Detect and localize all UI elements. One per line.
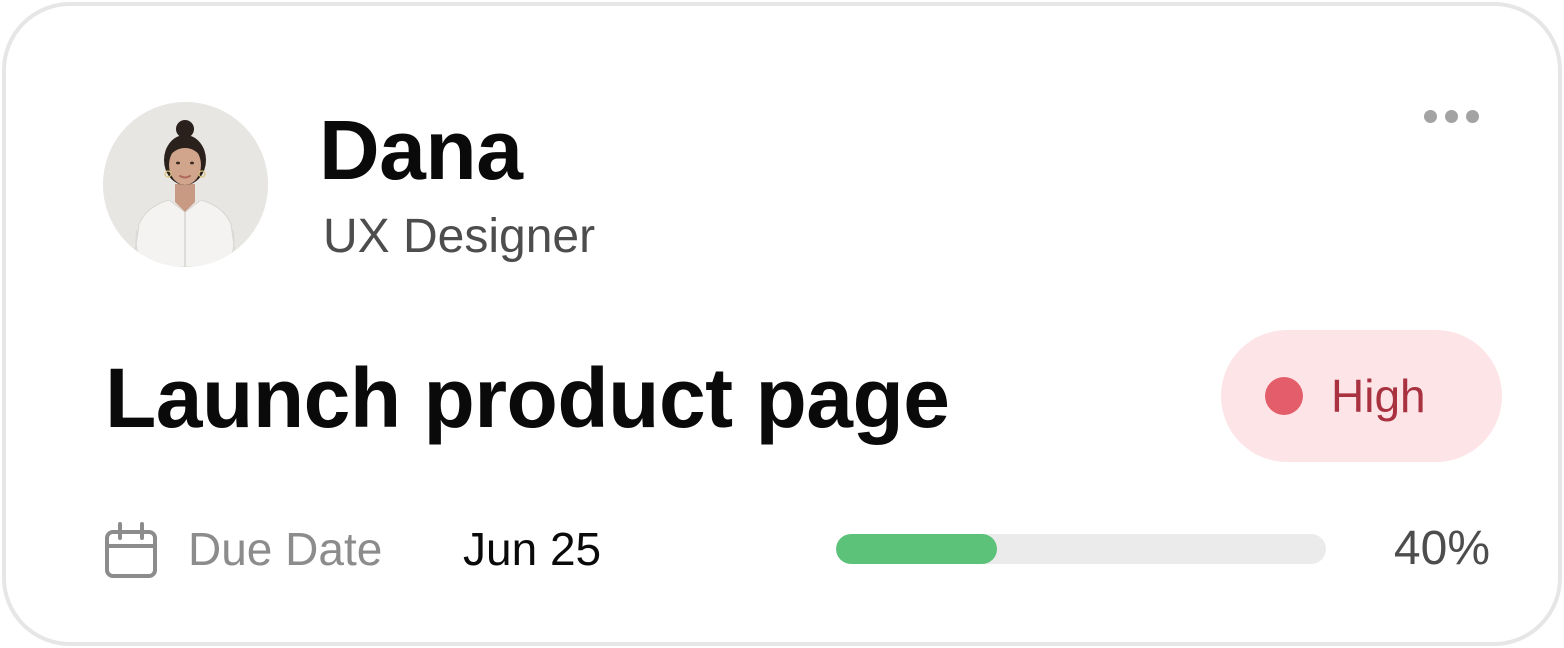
priority-dot bbox=[1265, 377, 1303, 415]
task-card[interactable]: Dana UX Designer Launch product page Hig… bbox=[2, 2, 1562, 646]
more-horizontal-icon-dot bbox=[1423, 109, 1437, 123]
due-date-value: Jun 25 bbox=[463, 523, 602, 575]
calendar-icon bbox=[105, 522, 157, 578]
avatar[interactable] bbox=[103, 102, 268, 267]
assignee-name: Dana bbox=[319, 103, 523, 197]
more-options-button[interactable] bbox=[1412, 98, 1490, 134]
progress-fill bbox=[836, 534, 997, 564]
task-title: Launch product page bbox=[105, 351, 950, 445]
person-photo bbox=[103, 102, 268, 267]
progress-percent: 40% bbox=[1393, 522, 1490, 575]
priority-label: High bbox=[1331, 370, 1426, 422]
more-horizontal-icon-dot bbox=[1465, 109, 1479, 123]
priority-badge[interactable]: High bbox=[1221, 330, 1502, 462]
progress-bar bbox=[836, 534, 1326, 564]
due-date-label: Due Date bbox=[188, 523, 383, 575]
assignee-role: UX Designer bbox=[323, 210, 596, 263]
more-horizontal-icon-dot bbox=[1444, 109, 1458, 123]
